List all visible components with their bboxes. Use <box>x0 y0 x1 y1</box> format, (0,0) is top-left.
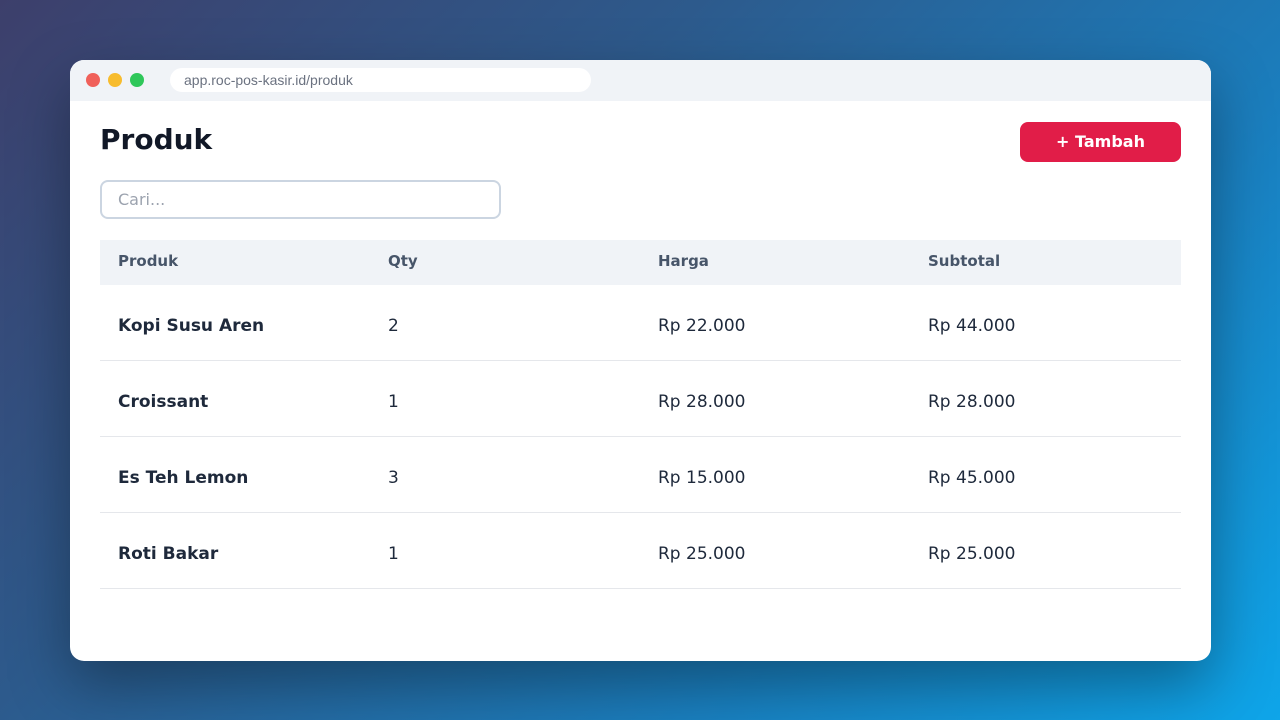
price-cell: Rp 22.000 <box>658 316 746 336</box>
product-table: Produk Qty Harga Subtotal Kopi Susu Aren… <box>100 240 1181 589</box>
table-row[interactable]: Es Teh Lemon 3 Rp 15.000 Rp 45.000 <box>100 437 1181 513</box>
subtotal-cell: Rp 45.000 <box>928 468 1016 488</box>
price-cell: Rp 15.000 <box>658 468 746 488</box>
column-header-produk[interactable]: Produk <box>118 240 178 283</box>
minimize-window-dot[interactable] <box>108 73 122 87</box>
subtotal-cell: Rp 44.000 <box>928 316 1016 336</box>
price-cell: Rp 25.000 <box>658 544 746 564</box>
product-name-cell: Roti Bakar <box>118 544 219 564</box>
column-header-qty[interactable]: Qty <box>388 240 418 283</box>
product-name-cell: Kopi Susu Aren <box>118 316 265 336</box>
table-header: Produk Qty Harga Subtotal <box>100 240 1181 285</box>
maximize-window-dot[interactable] <box>130 73 144 87</box>
qty-cell: 2 <box>388 316 399 336</box>
page-title: Produk <box>100 123 213 156</box>
qty-cell: 1 <box>388 392 399 412</box>
search-input[interactable] <box>100 180 501 219</box>
column-header-subtotal[interactable]: Subtotal <box>928 240 1000 283</box>
price-cell: Rp 28.000 <box>658 392 746 412</box>
browser-window: app.roc-pos-kasir.id/produk Produk + Tam… <box>70 60 1211 661</box>
qty-cell: 3 <box>388 468 399 488</box>
subtotal-cell: Rp 28.000 <box>928 392 1016 412</box>
add-product-button[interactable]: + Tambah <box>1020 122 1181 162</box>
table-row[interactable]: Croissant 1 Rp 28.000 Rp 28.000 <box>100 361 1181 437</box>
product-name-cell: Es Teh Lemon <box>118 468 249 488</box>
subtotal-cell: Rp 25.000 <box>928 544 1016 564</box>
qty-cell: 1 <box>388 544 399 564</box>
address-bar[interactable]: app.roc-pos-kasir.id/produk <box>170 68 591 92</box>
product-name-cell: Croissant <box>118 392 209 412</box>
browser-titlebar: app.roc-pos-kasir.id/produk <box>70 60 1211 101</box>
table-row[interactable]: Roti Bakar 1 Rp 25.000 Rp 25.000 <box>100 513 1181 589</box>
column-header-harga[interactable]: Harga <box>658 240 709 283</box>
close-window-dot[interactable] <box>86 73 100 87</box>
table-row[interactable]: Kopi Susu Aren 2 Rp 22.000 Rp 44.000 <box>100 285 1181 361</box>
